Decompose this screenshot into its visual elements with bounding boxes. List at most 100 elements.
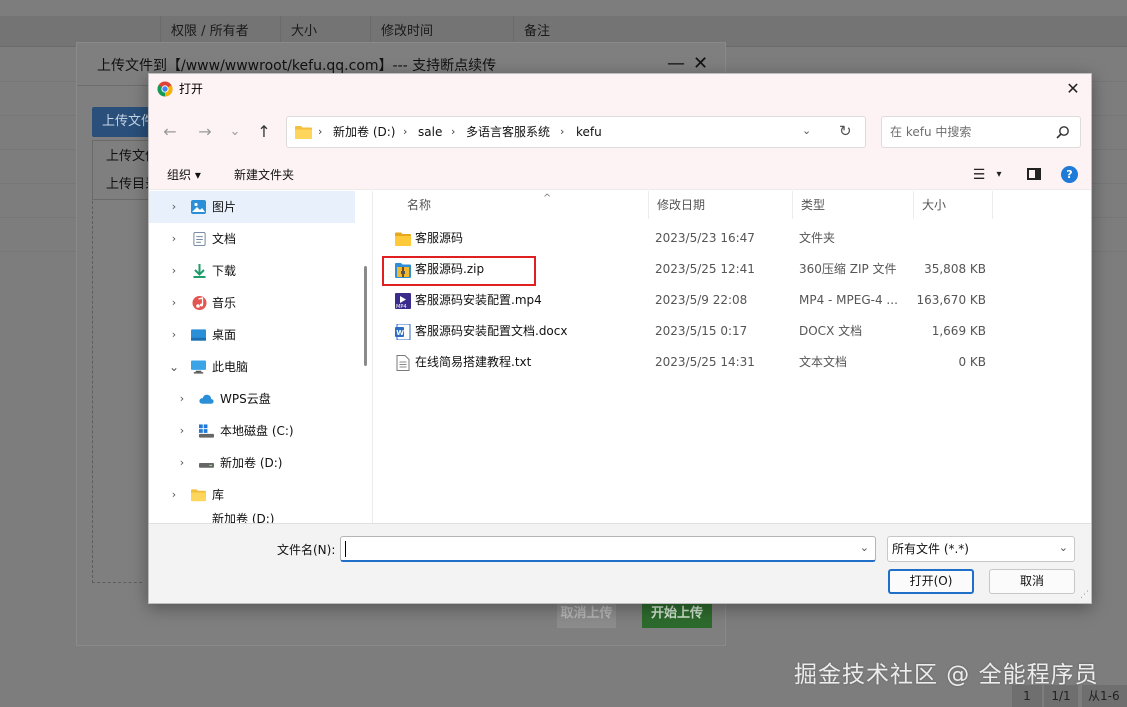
tree-item-drive-c[interactable]: › 本地磁盘 (C:)	[149, 415, 355, 447]
column-type[interactable]: 类型	[793, 191, 914, 219]
drive-icon	[199, 463, 214, 468]
library-icon	[191, 489, 206, 502]
search-icon[interactable]	[1056, 125, 1070, 139]
tree-item-label: 新加卷 (D:)	[220, 456, 283, 470]
folder-icon	[395, 232, 411, 246]
close-icon[interactable]: ✕	[1061, 77, 1085, 101]
help-icon[interactable]: ?	[1061, 166, 1078, 183]
resize-grip-icon[interactable]: ⋰	[1080, 590, 1089, 600]
folder-icon	[295, 126, 312, 139]
file-type: 文件夹	[799, 231, 836, 245]
drop-zone[interactable]	[92, 201, 142, 583]
tree-item-music[interactable]: › 音乐	[149, 287, 355, 319]
text-file-icon	[396, 355, 410, 371]
search-box[interactable]: 在 kefu 中搜索	[881, 116, 1081, 148]
refresh-icon[interactable]: ↻	[839, 122, 852, 140]
organize-button[interactable]: 组织 ▾	[167, 160, 201, 190]
breadcrumb-separator: ›	[403, 125, 408, 138]
tree-item-label: 下载	[212, 264, 237, 278]
expand-icon[interactable]: ⌄	[168, 351, 180, 383]
expand-icon[interactable]: ›	[168, 255, 180, 287]
chevron-down-icon[interactable]: ⌄	[860, 541, 869, 554]
expand-icon[interactable]: ›	[168, 319, 180, 351]
upload-dialog-title: 上传文件到【/www/wwwroot/kefu.qq.com】--- 支持断点续…	[97, 58, 497, 74]
dialog-title: 打开	[179, 82, 204, 96]
address-bar[interactable]: › 新加卷 (D:) › sale › 多语言客服系统 › kefu ⌄ ↻	[286, 116, 866, 148]
breadcrumb-kefu[interactable]: kefu	[576, 117, 602, 147]
view-menu-icon[interactable]: ☰	[969, 165, 989, 185]
command-bar: 组织 ▾ 新建文件夹 ☰ ▾ ?	[149, 160, 1091, 190]
text-caret	[345, 541, 346, 557]
file-row-mp4[interactable]: MP4 客服源码安装配置.mp4 2023/5/9 22:08 MP4 - MP…	[373, 285, 1073, 316]
breadcrumb-separator: ›	[560, 125, 565, 138]
expand-icon[interactable]: ›	[176, 383, 188, 415]
windows-drive-icon	[199, 424, 214, 438]
title-bar: 打开 ✕	[149, 74, 1091, 104]
documents-icon	[193, 232, 206, 246]
column-date[interactable]: 修改日期	[649, 191, 793, 219]
forward-button[interactable]: →	[195, 122, 215, 142]
up-button[interactable]: ↑	[254, 122, 274, 142]
preview-pane-icon[interactable]	[1027, 168, 1041, 180]
file-date: 2023/5/9 22:08	[655, 293, 748, 307]
tree-item-desktop[interactable]: › 桌面	[149, 319, 355, 351]
expand-icon[interactable]: ›	[176, 447, 188, 479]
file-type: 文本文档	[799, 355, 848, 369]
file-type: MP4 - MPEG-4 ...	[799, 293, 898, 307]
close-button[interactable]: ✕	[693, 53, 708, 74]
chevron-down-icon[interactable]: ⌄	[802, 124, 811, 137]
breadcrumb-drive-d[interactable]: 新加卷 (D:)	[333, 117, 395, 147]
expand-icon[interactable]: ›	[168, 191, 180, 223]
expand-icon[interactable]: ›	[176, 415, 188, 447]
start-upload-button[interactable]: 开始上传	[642, 600, 712, 628]
open-button[interactable]: 打开(O)	[888, 569, 974, 594]
expand-icon[interactable]: ›	[168, 223, 180, 255]
watermark: 掘金技术社区 @ 全能程序员	[794, 662, 1099, 688]
svg-text:MP4: MP4	[396, 304, 407, 309]
chevron-down-icon[interactable]: ⌄	[1059, 541, 1068, 554]
back-button[interactable]: ←	[160, 122, 180, 142]
file-type: 360压缩 ZIP 文件	[799, 262, 897, 276]
file-row-folder[interactable]: 客服源码 2023/5/23 16:47 文件夹	[373, 223, 1073, 254]
view-dropdown-icon[interactable]: ▾	[989, 165, 1009, 185]
column-size[interactable]: 大小	[914, 191, 993, 219]
chrome-icon	[157, 81, 173, 97]
tree-item-downloads[interactable]: › 下载	[149, 255, 355, 287]
breadcrumb-kefu-system[interactable]: 多语言客服系统	[466, 117, 550, 147]
file-name: 客服源码安装配置文档.docx	[415, 324, 568, 338]
column-label: 名称	[407, 198, 432, 212]
file-name: 客服源码	[415, 231, 464, 245]
file-type-filter[interactable]: 所有文件 (*.*) ⌄	[887, 536, 1075, 562]
scrollbar-thumb[interactable]	[364, 266, 367, 366]
sort-ascending-icon: ^	[543, 193, 552, 204]
navigation-pane: › 图片 › 文档 › 下载 › 音乐 › 桌面 ⌄ 此电脑 › WPS云盘 ›…	[149, 191, 372, 523]
column-name[interactable]: 名称 ^	[399, 191, 649, 219]
new-folder-button[interactable]: 新建文件夹	[234, 160, 294, 190]
tree-item-documents[interactable]: › 文档	[149, 223, 355, 255]
tree-item-label: 新加卷 (D:)	[212, 512, 275, 523]
recent-locations-button[interactable]: ⌄	[225, 122, 245, 142]
file-row-txt[interactable]: 在线简易搭建教程.txt 2023/5/25 14:31 文本文档 0 KB	[373, 347, 1073, 378]
cancel-button[interactable]: 取消	[989, 569, 1075, 594]
tree-item-drive-d-2[interactable]: 新加卷 (D:)	[149, 511, 355, 523]
cancel-upload-button[interactable]: 取消上传	[557, 600, 616, 628]
tree-item-label: 此电脑	[212, 360, 249, 374]
tree-item-pictures[interactable]: › 图片	[149, 191, 355, 223]
file-type: DOCX 文档	[799, 324, 863, 338]
breadcrumb-sale[interactable]: sale	[418, 117, 442, 147]
tree-item-this-pc[interactable]: ⌄ 此电脑	[149, 351, 355, 383]
filename-label: 文件名(N):	[277, 543, 336, 557]
video-icon: MP4	[395, 293, 411, 309]
expand-icon[interactable]: ›	[168, 287, 180, 319]
annotation-highlight-box	[382, 256, 536, 286]
breadcrumb-separator: ›	[318, 125, 323, 138]
filename-input[interactable]: ⌄	[340, 536, 876, 562]
tree-item-drive-d[interactable]: › 新加卷 (D:)	[149, 447, 355, 479]
minimize-button[interactable]: —	[667, 53, 685, 74]
file-row-docx[interactable]: W 客服源码安装配置文档.docx 2023/5/15 0:17 DOCX 文档…	[373, 316, 1073, 347]
file-type-filter-value: 所有文件 (*.*)	[892, 542, 969, 556]
tree-item-label: WPS云盘	[220, 392, 271, 406]
file-date: 2023/5/15 0:17	[655, 324, 748, 338]
expand-icon[interactable]: ›	[168, 479, 180, 511]
tree-item-wps-cloud[interactable]: › WPS云盘	[149, 383, 355, 415]
